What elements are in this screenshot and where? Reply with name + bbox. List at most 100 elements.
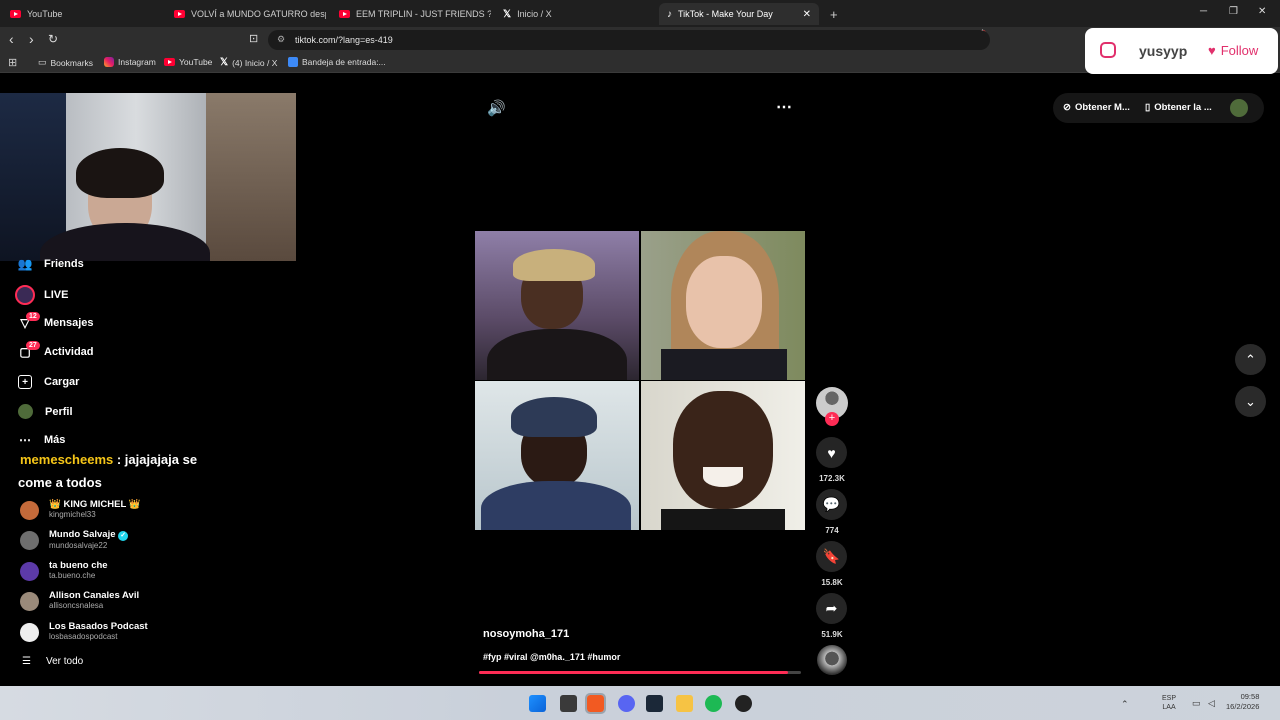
- webcam-overlay: [0, 93, 296, 261]
- crown-icon: 👑: [128, 499, 141, 510]
- friends-icon: 👥: [17, 257, 33, 271]
- brave-browser-icon[interactable]: [585, 693, 606, 714]
- chevron-down-icon: ⌄: [1245, 393, 1256, 409]
- get-app-button[interactable]: ⊘ Obtener M...: [1063, 102, 1130, 113]
- video-caption: #fyp #viral @m0ha._171 #humor: [483, 652, 621, 662]
- header-actions: ⊘ Obtener M... ▯ Obtener la ...: [1053, 93, 1264, 123]
- volume-tray-icon[interactable]: ◁: [1208, 698, 1215, 709]
- following-item[interactable]: Los Basados Podcast losbasadospodcast: [20, 621, 148, 642]
- tab-x-inicio[interactable]: 𝕏 Inicio / X: [495, 3, 655, 25]
- network-icon[interactable]: ▭: [1192, 698, 1201, 709]
- sidebar-item-live[interactable]: LIVE: [15, 285, 68, 305]
- chat-message: memescheems : jajajajaja se: [20, 452, 198, 467]
- task-view-icon[interactable]: [560, 695, 577, 712]
- following-item[interactable]: Mundo Salvaje ✓ mundosalvaje22: [20, 529, 129, 550]
- x-icon: 𝕏: [220, 57, 229, 68]
- person-face: [673, 391, 773, 509]
- video-tile: [641, 381, 805, 530]
- url-field[interactable]: tiktok.com/?lang=es-419: [268, 30, 990, 50]
- tab-tiktok[interactable]: ♪ TikTok - Make Your Day ✕: [659, 3, 819, 25]
- discord-icon[interactable]: [618, 695, 635, 712]
- bookmark-folder[interactable]: ▭ Bookmarks: [38, 57, 93, 68]
- tiktok-icon: ♪: [667, 8, 672, 20]
- youtube-icon: [164, 58, 175, 66]
- get-desktop-app-button[interactable]: ▯ Obtener la ...: [1145, 102, 1212, 113]
- youtube-icon: [10, 10, 21, 18]
- maximize-icon[interactable]: ❐: [1229, 6, 1238, 17]
- more-options-icon[interactable]: ⋯: [776, 97, 792, 117]
- site-info-icon[interactable]: ⚙: [277, 34, 285, 45]
- progress-bar[interactable]: [479, 671, 801, 674]
- new-tab-button[interactable]: +: [822, 3, 846, 25]
- upload-icon: +: [18, 375, 32, 389]
- heart-icon: ♥: [827, 444, 836, 461]
- volume-icon[interactable]: 🔊: [487, 99, 506, 117]
- reload-icon[interactable]: ↻: [48, 32, 58, 46]
- steam-icon[interactable]: [646, 695, 663, 712]
- chat-message-cont: come a todos: [18, 475, 102, 490]
- file-explorer-icon[interactable]: [676, 695, 693, 712]
- follow-plus-button[interactable]: +: [825, 412, 839, 426]
- apps-grid-icon[interactable]: ⊞: [8, 56, 17, 69]
- bookmark-youtube[interactable]: YouTube: [164, 57, 212, 67]
- user-avatar[interactable]: [1230, 99, 1248, 117]
- close-window-icon[interactable]: ✕: [1258, 6, 1266, 17]
- person-face: [686, 256, 762, 348]
- spotify-icon[interactable]: [705, 695, 722, 712]
- next-video-button[interactable]: ⌄: [1235, 386, 1266, 417]
- windows-start-icon[interactable]: [529, 695, 546, 712]
- instagram-icon: [104, 57, 114, 67]
- forward-icon[interactable]: ›: [29, 31, 34, 47]
- minimize-icon[interactable]: ─: [1200, 6, 1207, 17]
- sidebar-item-upload[interactable]: + Cargar: [18, 375, 79, 389]
- bookmark-icon: 🔖: [822, 548, 841, 564]
- sidebar-item-more[interactable]: ⋯ Más: [18, 433, 65, 447]
- avatar: [20, 562, 39, 581]
- following-item[interactable]: ta bueno che ta.bueno.che: [20, 560, 108, 581]
- taskbar: [0, 686, 1280, 720]
- youtube-icon: [174, 10, 185, 18]
- chat-username: memescheems: [20, 452, 114, 467]
- obs-icon[interactable]: [735, 695, 752, 712]
- like-button[interactable]: ♥: [816, 437, 847, 468]
- bookmark-x[interactable]: 𝕏 (4) Inicio / X: [220, 57, 277, 68]
- comment-button[interactable]: 💬: [816, 489, 847, 520]
- tab-eem-triplin[interactable]: EEM TRIPLIN - JUST FRIENDS ? (OFFI: [331, 3, 491, 25]
- bookmark-inbox[interactable]: Bandeja de entrada:...: [288, 57, 386, 67]
- bookmark-instagram[interactable]: Instagram: [104, 57, 156, 67]
- video-author[interactable]: nosoymoha_171: [483, 628, 569, 640]
- comment-count: 774: [825, 526, 839, 535]
- language-indicator[interactable]: ESP LAA: [1162, 694, 1176, 712]
- tab-youtube[interactable]: YouTube: [2, 3, 162, 25]
- instagram-icon: [1100, 42, 1116, 58]
- comment-icon: 💬: [822, 496, 841, 512]
- following-item[interactable]: 👑 KING MICHEL 👑 kingmichel33: [20, 499, 141, 520]
- save-button[interactable]: 🔖: [816, 541, 847, 572]
- webcam-wall: [206, 93, 296, 261]
- chat-text: jajajajaja se: [124, 452, 198, 467]
- back-icon[interactable]: ‹: [9, 31, 14, 47]
- following-item[interactable]: Allison Canales Avil allisoncsnalesa: [20, 590, 139, 611]
- url-text: tiktok.com/?lang=es-419: [295, 35, 393, 45]
- video-tile: [641, 231, 805, 380]
- tab-mundo-gaturro[interactable]: VOLVÍ a MUNDO GATURRO después: [166, 3, 326, 25]
- previous-video-button[interactable]: ⌃: [1235, 344, 1266, 375]
- sidebar-item-profile[interactable]: Perfil: [18, 404, 73, 419]
- tray-chevron-icon[interactable]: ⌃: [1121, 699, 1129, 710]
- person-hood: [511, 397, 597, 437]
- close-tab-icon[interactable]: ✕: [803, 9, 811, 20]
- sidebar-item-friends[interactable]: 👥 Friends: [18, 257, 84, 271]
- music-disc-icon[interactable]: [817, 645, 847, 675]
- profile-avatar: [18, 404, 33, 419]
- bookmark-icon[interactable]: ⊡: [249, 32, 258, 45]
- share-button[interactable]: ➦: [816, 593, 847, 624]
- desktop-icon: ▯: [1145, 102, 1151, 113]
- person-body: [661, 509, 785, 530]
- clock[interactable]: 09:58 16/2/2026: [1226, 692, 1259, 712]
- youtube-icon: [339, 10, 350, 18]
- person-body: [481, 481, 631, 530]
- avatar: [20, 501, 39, 520]
- follow-button[interactable]: ♥ Follow: [1208, 43, 1258, 58]
- like-count: 172.3K: [819, 474, 845, 483]
- see-all-link[interactable]: ☰ Ver todo: [22, 656, 83, 667]
